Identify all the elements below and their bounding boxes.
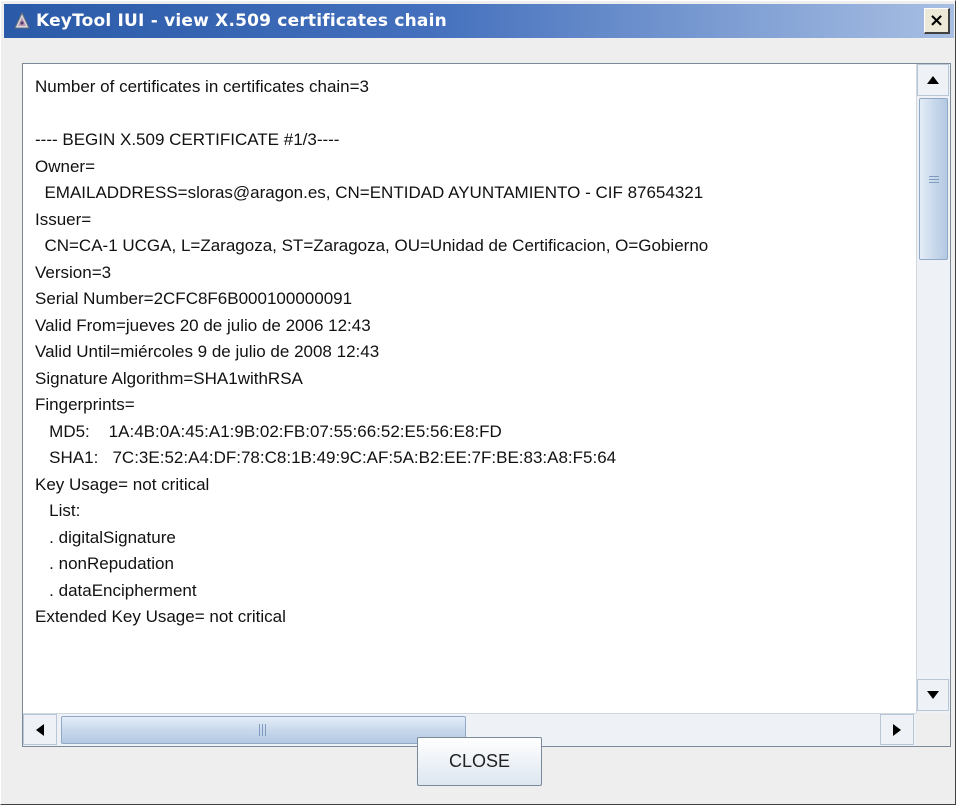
arrow-down-icon [927,691,939,699]
keytool-app-icon [12,11,32,31]
dialog-content: Number of certificates in certificates c… [4,38,954,803]
arrow-right-icon [893,723,901,736]
grip-icon [929,176,939,183]
certificate-text-line: MD5: 1A:4B:0A:45:A1:9B:02:FB:07:55:66:52… [35,421,502,441]
certificate-text-area[interactable]: Number of certificates in certificates c… [23,64,916,713]
vertical-scroll-thumb[interactable] [919,98,948,260]
certificate-text-line: SHA1: 7C:3E:52:A4:DF:78:C8:1B:49:9C:AF:5… [35,448,617,467]
window-title: KeyTool IUI - view X.509 certificates ch… [36,11,447,31]
keytool-dialog-window: KeyTool IUI - view X.509 certificates ch… [0,0,956,805]
certificate-text-line: ---- BEGIN X.509 CERTIFICATE #1/3---- [35,130,340,149]
certificate-text-line: Issuer= [35,209,92,229]
certificate-text-line: Extended Key Usage= not critical [35,607,286,626]
horizontal-scroll-thumb[interactable] [61,716,466,744]
arrow-up-icon [927,76,939,84]
grip-icon [259,724,266,736]
certificate-text-line: Fingerprints= [35,395,135,414]
certificate-text-line: . dataEncipherment [35,580,197,600]
certificate-text-line: Signature Algorithm=SHA1withRSA [35,368,303,388]
certificate-text-line: EMAILADDRESS=sloras@aragon.es, CN=ENTIDA… [35,183,704,202]
certificate-text-line: . digitalSignature [35,527,176,547]
close-icon: × [928,10,945,31]
vertical-scrollbar[interactable] [916,64,950,713]
certificate-text-line: Owner= [35,156,95,176]
certificate-text-line: Valid Until=miércoles 9 de julio de 2008… [35,342,380,361]
scroll-right-button[interactable] [880,714,914,745]
title-bar[interactable]: KeyTool IUI - view X.509 certificates ch… [4,4,954,38]
window-close-button[interactable]: × [924,8,950,34]
certificate-text-line: List: [35,501,81,520]
scroll-up-button[interactable] [917,64,949,96]
certificate-text-line: Version=3 [35,262,112,282]
certificate-text-line: Valid From=jueves 20 de julio de 2006 12… [35,315,371,335]
arrow-left-icon [36,723,44,736]
certificate-scroll-pane[interactable]: Number of certificates in certificates c… [22,63,951,747]
certificate-text-line: . nonRepudation [35,554,174,573]
scrollbar-corner [916,713,950,746]
certificate-text-line: Serial Number=2CFC8F6B000100000091 [35,289,353,308]
scroll-left-button[interactable] [23,714,57,745]
scroll-down-button[interactable] [917,679,949,711]
close-button[interactable]: CLOSE [417,737,542,786]
certificate-text-line: Key Usage= not critical [35,474,210,494]
certificate-text-line: Number of certificates in certificates c… [35,77,370,96]
certificate-text-line: CN=CA-1 UCGA, L=Zaragoza, ST=Zaragoza, O… [35,236,709,255]
